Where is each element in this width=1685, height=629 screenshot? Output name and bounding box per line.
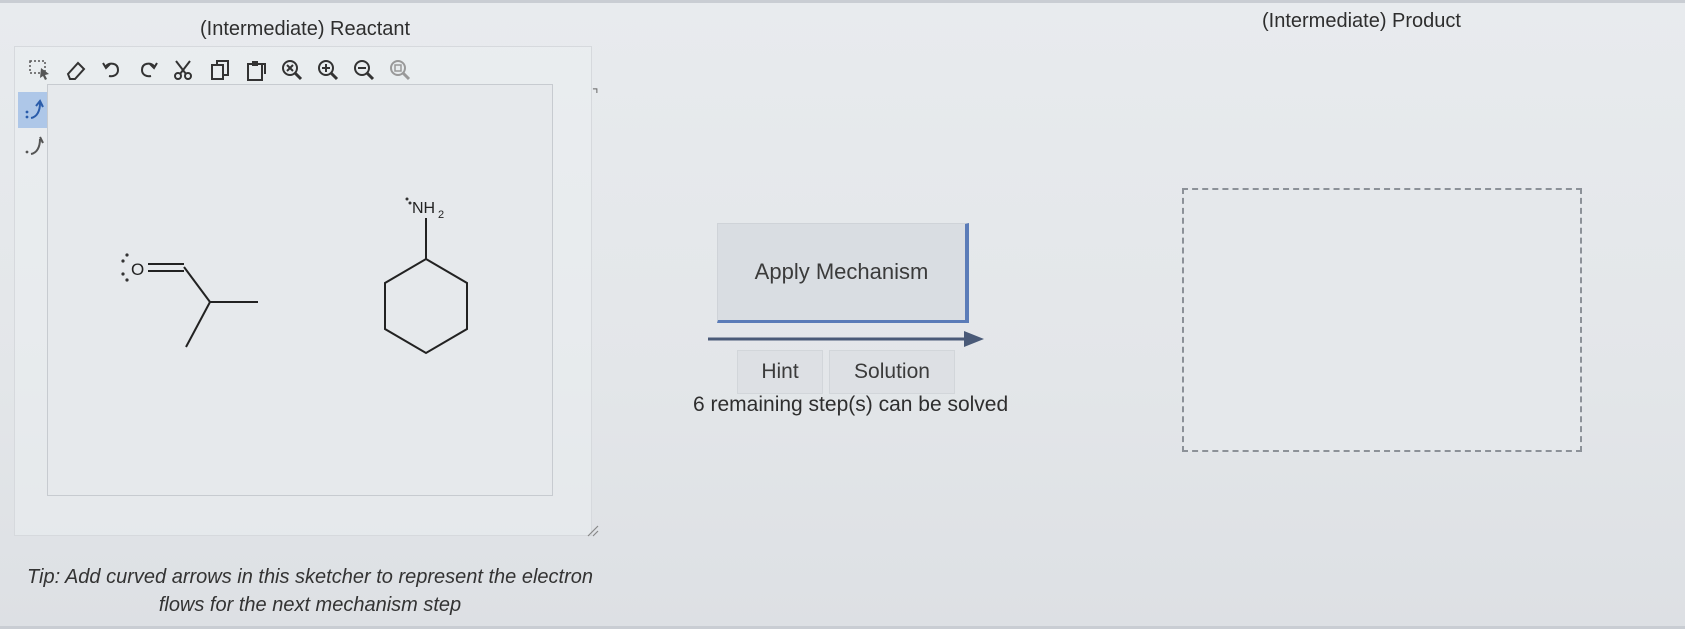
cut-icon — [174, 60, 192, 80]
zoom-reset-button[interactable] — [274, 55, 310, 85]
eraser-tool-button[interactable] — [58, 55, 94, 85]
paste-icon — [247, 61, 266, 81]
molecule-drawing: O NH 2 — [121, 197, 468, 355]
cut-button[interactable] — [166, 55, 202, 85]
select-tool-button[interactable] — [22, 55, 58, 85]
amine-nh-label: NH — [412, 200, 435, 217]
curved-arrow-pair-icon — [25, 99, 44, 119]
aldehyde-molecule[interactable]: O — [121, 253, 258, 348]
zoom-out-icon — [354, 60, 375, 81]
select-icon — [29, 60, 49, 80]
zoom-fit-button[interactable] — [382, 55, 418, 85]
sketcher-toolbar — [22, 54, 418, 86]
reactant-panel-title: (Intermediate) Reactant — [200, 18, 411, 40]
hint-button[interactable]: Hint — [737, 350, 823, 394]
top-border — [0, 0, 1685, 3]
product-panel-title: (Intermediate) Product — [1262, 10, 1461, 32]
panel-caret: ⌝ — [592, 86, 599, 102]
product-drop-area[interactable] — [1182, 188, 1582, 452]
solution-button[interactable]: Solution — [829, 350, 955, 394]
amine-subscript-label: 2 — [438, 209, 444, 221]
reaction-arrow-icon — [708, 331, 984, 347]
aldehyde-oxygen-label: O — [131, 260, 144, 279]
sketcher-tip: Tip: Add curved arrows in this sketcher … — [26, 566, 593, 616]
zoom-reset-icon — [282, 60, 303, 81]
curved-arrow-single-icon — [25, 136, 44, 155]
paste-button[interactable] — [238, 55, 274, 85]
drawing-canvas[interactable]: O NH 2 — [47, 84, 553, 496]
redo-button[interactable] — [130, 55, 166, 85]
zoom-in-icon — [318, 60, 339, 81]
zoom-fit-icon — [390, 60, 411, 81]
zoom-out-button[interactable] — [346, 55, 382, 85]
undo-button[interactable] — [94, 55, 130, 85]
zoom-in-button[interactable] — [310, 55, 346, 85]
remaining-steps-text: 6 remaining step(s) can be solved — [693, 393, 1009, 416]
eraser-icon — [66, 61, 86, 80]
apply-mechanism-button[interactable]: Apply Mechanism — [717, 223, 969, 323]
redo-icon — [140, 62, 158, 78]
copy-icon — [211, 60, 229, 80]
resize-grip-icon[interactable] — [586, 524, 600, 538]
copy-button[interactable] — [202, 55, 238, 85]
amine-molecule[interactable]: NH 2 — [384, 197, 468, 355]
undo-icon — [102, 62, 120, 78]
